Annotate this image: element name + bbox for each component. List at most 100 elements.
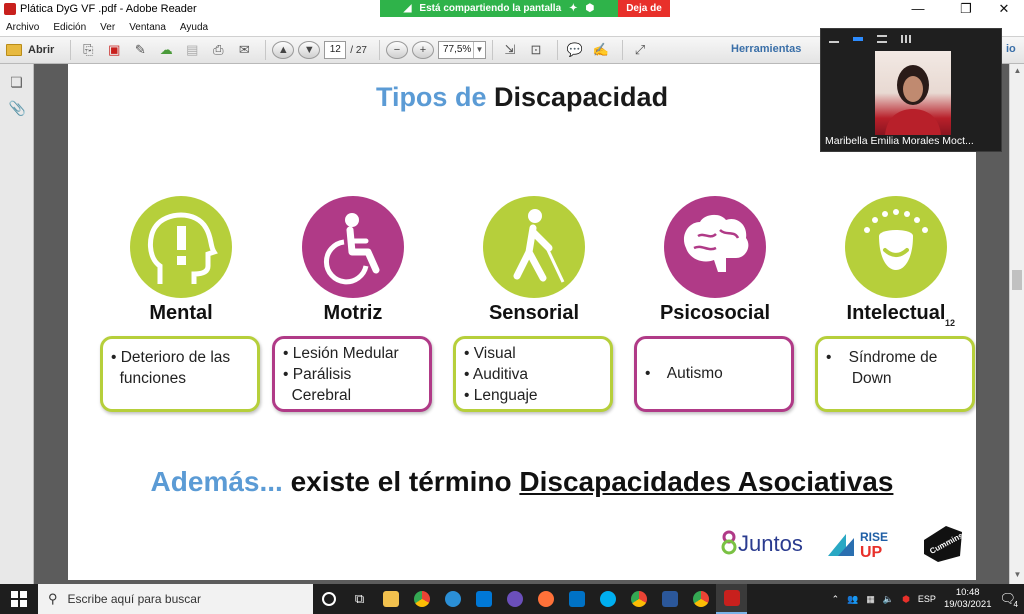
minimize-button[interactable]: — (898, 0, 938, 18)
network-icon[interactable]: ▦ (866, 594, 875, 605)
chrome-alt-icon[interactable] (685, 584, 716, 614)
save-icon[interactable]: ▤ (181, 39, 203, 61)
separator (621, 40, 623, 60)
category-motriz: Motriz • Lesión Medular • Parálisis Cere… (272, 196, 432, 412)
clock[interactable]: 10:48 19/03/2021 (944, 587, 992, 611)
category-item: • Parálisis (283, 366, 352, 383)
export-pdf-icon[interactable]: ▣ (103, 39, 125, 61)
adobe-reader-taskbar-icon[interactable] (716, 584, 747, 614)
svg-text:Juntos: Juntos (738, 531, 803, 556)
edge-icon[interactable] (437, 584, 468, 614)
create-pdf-icon[interactable]: ⎘ (77, 39, 99, 61)
page-total: / 27 (350, 44, 367, 56)
footer-accent: Además... (150, 466, 283, 497)
page-number-input[interactable]: 12 (324, 41, 347, 59)
chrome-icon[interactable] (406, 584, 437, 614)
title-part-1: Tipos de (375, 82, 487, 112)
toolbar-overflow-label[interactable]: io (1006, 43, 1016, 55)
scroll-up-icon[interactable]: ▲ (1010, 66, 1024, 75)
window-title: Plática DyG VF .pdf - Adobe Reader (20, 3, 197, 15)
footer-underlined: Discapacidades Asociativas (519, 466, 894, 497)
next-page-icon[interactable]: ▼ (298, 41, 321, 59)
menu-ayuda[interactable]: Ayuda (180, 22, 208, 33)
task-view-icon[interactable]: ⧉ (344, 584, 375, 614)
open-button[interactable]: Abrir (6, 39, 60, 61)
cummins-logo: Cummins (920, 522, 966, 564)
vertical-scrollbar[interactable]: ▲ ▼ (1009, 64, 1024, 584)
word-icon[interactable] (654, 584, 685, 614)
previous-page-icon[interactable]: ▲ (272, 41, 295, 59)
fit-page-icon[interactable]: ⊡ (525, 39, 547, 61)
system-tray: ⌃ 👥 ▦ 🔈 ⬢ ESP 10:48 19/03/2021 🗨 4 (832, 584, 1024, 614)
video-controls (829, 35, 911, 43)
svg-text:RISE: RISE (860, 530, 888, 544)
attachments-icon[interactable]: 📎 (9, 100, 26, 116)
zoom-out-icon[interactable]: − (385, 41, 408, 59)
scrollbar-thumb[interactable] (1012, 270, 1022, 290)
category-mental: Mental • Deterioro de las funciones (100, 196, 260, 412)
category-item: • Síndrome de (826, 349, 938, 366)
pin-icon[interactable]: ◢ (404, 3, 412, 14)
firefox-icon[interactable] (530, 584, 561, 614)
adobe-reader-icon (4, 3, 16, 15)
cortana-icon[interactable] (313, 584, 344, 614)
store-icon[interactable] (468, 584, 499, 614)
search-placeholder: Escribe aquí para buscar (67, 592, 201, 606)
language-indicator[interactable]: ESP (918, 594, 936, 604)
mic-icon[interactable]: ✦ (569, 3, 577, 14)
windows-start-icon[interactable] (0, 584, 38, 614)
zoom-in-icon[interactable]: + (411, 41, 434, 59)
notifications-icon[interactable]: 🗨 4 (999, 591, 1018, 609)
comment-icon[interactable]: 💬 (564, 39, 586, 61)
chrome-profile-icon[interactable] (623, 584, 654, 614)
category-box: • Lesión Medular • Parálisis Cerebral (272, 336, 432, 412)
email-icon[interactable]: ✉ (233, 39, 255, 61)
fit-width-icon[interactable]: ⇲ (499, 39, 521, 61)
shield-icon[interactable]: ⬢ (586, 3, 595, 14)
chevron-up-icon[interactable]: ⌃ (832, 594, 840, 605)
menu-ver[interactable]: Ver (100, 22, 115, 33)
brain-icon (664, 196, 766, 298)
sign-icon[interactable]: ✍ (590, 39, 612, 61)
tools-button[interactable]: Herramientas (731, 43, 801, 55)
share-status-text: Está compartiendo la pantalla (419, 3, 562, 14)
footer-text: existe el término (282, 466, 520, 497)
strip-view-icon[interactable] (877, 35, 887, 43)
edit-icon[interactable]: ✎ (129, 39, 151, 61)
antivirus-icon[interactable]: ⬢ (902, 594, 910, 605)
participant-video (875, 51, 951, 135)
skype-icon[interactable] (592, 584, 623, 614)
clock-date: 19/03/2021 (943, 599, 992, 610)
people-icon[interactable]: 👥 (847, 594, 858, 605)
upload-icon[interactable]: ☁ (155, 39, 177, 61)
head-exclamation-icon (130, 196, 232, 298)
stop-share-label: Deja de (626, 3, 662, 14)
category-sensorial: Sensorial • Visual • Auditiva • Lenguaje (453, 196, 613, 412)
speaker-view-icon[interactable] (853, 37, 863, 41)
close-button[interactable]: ✕ (984, 0, 1024, 18)
volume-icon[interactable]: 🔈 (883, 594, 894, 605)
separator (378, 40, 380, 60)
page-thumbnails-icon[interactable]: ❏ (9, 74, 25, 90)
menu-edicion[interactable]: Edición (53, 22, 86, 33)
scroll-down-icon[interactable]: ▼ (1010, 570, 1024, 579)
menu-archivo[interactable]: Archivo (6, 22, 39, 33)
file-explorer-icon[interactable] (375, 584, 406, 614)
menu-ventana[interactable]: Ventana (129, 22, 166, 33)
blind-cane-icon (483, 196, 585, 298)
minimize-video-icon[interactable] (829, 35, 839, 43)
zoom-select[interactable]: 77,5% ▼ (437, 41, 486, 59)
stop-share-button[interactable]: Deja de (618, 0, 670, 17)
mail-icon[interactable] (561, 584, 592, 614)
app-icon[interactable] (499, 584, 530, 614)
chevron-down-icon[interactable]: ▼ (472, 42, 485, 58)
fullscreen-icon[interactable]: ⤢ (629, 39, 651, 61)
taskbar-search[interactable]: ⚲ Escribe aquí para buscar (38, 584, 313, 614)
share-status[interactable]: ◢ Está compartiendo la pantalla ✦ ⬢ (380, 0, 618, 17)
video-thumbnail-window[interactable]: Maribella Emilia Morales Moct... (820, 28, 1002, 152)
footer-statement: Además... existe el término Discapacidad… (68, 466, 976, 498)
print-icon[interactable]: ⎙ (207, 39, 229, 61)
gallery-view-icon[interactable] (901, 35, 911, 43)
category-item: • Deterioro de las (111, 349, 231, 366)
restore-button[interactable]: ❐ (946, 0, 986, 18)
